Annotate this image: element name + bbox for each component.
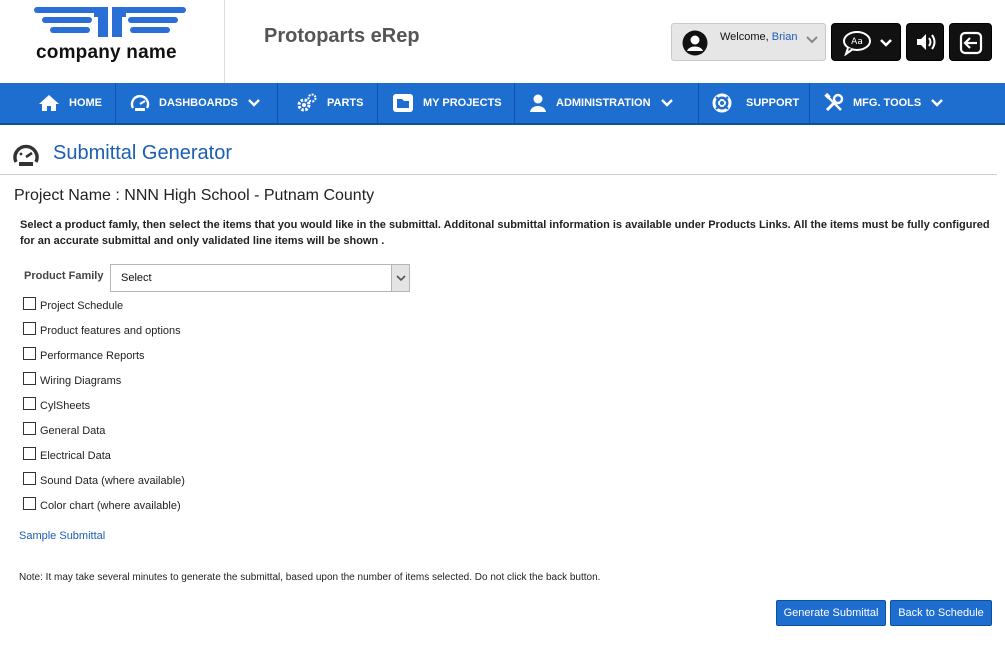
chevron-down-icon	[806, 36, 818, 44]
checkbox[interactable]	[23, 497, 36, 510]
nav-label: HOME	[69, 97, 102, 109]
sample-submittal-link[interactable]: Sample Submittal	[19, 530, 105, 542]
nav-label: SUPPORT	[746, 97, 800, 109]
nav-item-support[interactable]: SUPPORT	[699, 83, 810, 123]
chevron-down-icon	[931, 99, 944, 107]
nav-item-my-projects[interactable]: MY PROJECTS	[378, 83, 515, 123]
checkbox-performance-reports[interactable]: Performance Reports	[23, 347, 145, 364]
company-logo[interactable]: company name	[0, 0, 225, 83]
user-name: Brian	[771, 31, 798, 43]
page-header: Submittal Generator	[0, 140, 997, 175]
chevron-down-icon	[247, 99, 260, 107]
checkbox-label: Electrical Data	[40, 450, 111, 462]
product-family-label: Product Family	[24, 270, 104, 282]
checkbox[interactable]	[23, 372, 36, 385]
checkbox-project-schedule[interactable]: Project Schedule	[23, 297, 124, 314]
nav-label: MY PROJECTS	[423, 97, 502, 109]
checkbox[interactable]	[23, 447, 36, 460]
chevron-down-icon	[880, 39, 892, 47]
checkbox-product-features[interactable]: Product features and options	[23, 322, 181, 339]
select-dropdown-button[interactable]	[391, 265, 409, 291]
page-title: Submittal Generator	[53, 142, 232, 164]
header: company name Protoparts eRep Welcome, Br…	[0, 0, 1005, 83]
nav-label: MFG. TOOLS	[853, 97, 922, 109]
speech-bubble-icon: Aa	[843, 31, 871, 56]
checkbox-label: CylSheets	[40, 400, 91, 412]
wrench-screwdriver-icon	[824, 93, 844, 113]
checkbox-label: Color chart (where available)	[40, 500, 181, 512]
checkbox[interactable]	[23, 297, 36, 310]
back-to-schedule-button[interactable]: Back to Schedule	[890, 600, 992, 626]
checkbox-sound-data[interactable]: Sound Data (where available)	[23, 472, 185, 489]
gauge-icon	[13, 144, 39, 166]
welcome-text: Welcome, Brian	[720, 31, 797, 43]
checkbox-label: Product features and options	[40, 325, 181, 337]
checkbox-label: Wiring Diagrams	[40, 375, 122, 387]
checkbox-cylsheets[interactable]: CylSheets	[23, 397, 91, 414]
logout-icon	[959, 31, 983, 55]
gears-icon	[296, 93, 318, 113]
sound-button[interactable]	[906, 23, 944, 61]
speaker-icon	[917, 34, 936, 50]
instructions-text: Select a product famly, then select the …	[20, 219, 990, 247]
nav-label: PARTS	[327, 97, 364, 109]
generate-submittal-button[interactable]: Generate Submittal	[776, 600, 886, 626]
lifebuoy-icon	[712, 93, 732, 113]
nav-item-administration[interactable]: ADMINISTRATION	[515, 83, 699, 123]
logo-wings-icon	[34, 7, 186, 37]
checkbox-label: Sound Data (where available)	[40, 475, 185, 487]
main-nav: HOME DASHBOARDS PARTS MY PROJECTS ADMINI…	[0, 83, 1005, 125]
user-menu[interactable]: Welcome, Brian	[671, 23, 826, 61]
checkbox-label: Project Schedule	[40, 300, 124, 312]
chevron-down-icon	[660, 99, 673, 107]
product-family-value: Select	[121, 272, 152, 284]
checkbox-color-chart[interactable]: Color chart (where available)	[23, 497, 181, 514]
checkbox-label: General Data	[40, 425, 106, 437]
app-title: Protoparts eRep	[264, 25, 420, 47]
user-avatar-icon	[682, 30, 708, 56]
checkbox[interactable]	[23, 322, 36, 335]
nav-item-parts[interactable]: PARTS	[278, 83, 378, 123]
checkbox-wiring-diagrams[interactable]: Wiring Diagrams	[23, 372, 122, 389]
welcome-label: Welcome,	[720, 31, 769, 43]
checkbox-electrical-data[interactable]: Electrical Data	[23, 447, 111, 464]
checkbox[interactable]	[23, 472, 36, 485]
nav-item-dashboards[interactable]: DASHBOARDS	[116, 83, 278, 123]
nav-item-home[interactable]: HOME	[0, 83, 116, 123]
language-button[interactable]: Aa	[831, 23, 901, 61]
chevron-down-icon	[396, 275, 406, 282]
gauge-icon	[130, 94, 150, 112]
company-name: company name	[36, 42, 177, 63]
checkbox-label: Performance Reports	[40, 350, 145, 362]
folder-icon	[392, 93, 414, 113]
checkbox[interactable]	[23, 347, 36, 360]
logout-button[interactable]	[949, 23, 992, 61]
nav-label: ADMINISTRATION	[556, 97, 651, 109]
nav-item-mfg-tools[interactable]: MFG. TOOLS	[810, 83, 1005, 123]
note-text: Note: It may take several minutes to gen…	[19, 572, 601, 583]
home-icon	[38, 94, 60, 112]
project-name: Project Name : NNN High School - Putnam …	[14, 187, 375, 204]
svg-text:Aa: Aa	[851, 37, 863, 47]
nav-label: DASHBOARDS	[159, 97, 238, 109]
checkbox[interactable]	[23, 422, 36, 435]
product-family-select[interactable]: Select	[110, 264, 410, 292]
user-icon	[529, 93, 547, 113]
checkbox[interactable]	[23, 397, 36, 410]
checkbox-general-data[interactable]: General Data	[23, 422, 106, 439]
